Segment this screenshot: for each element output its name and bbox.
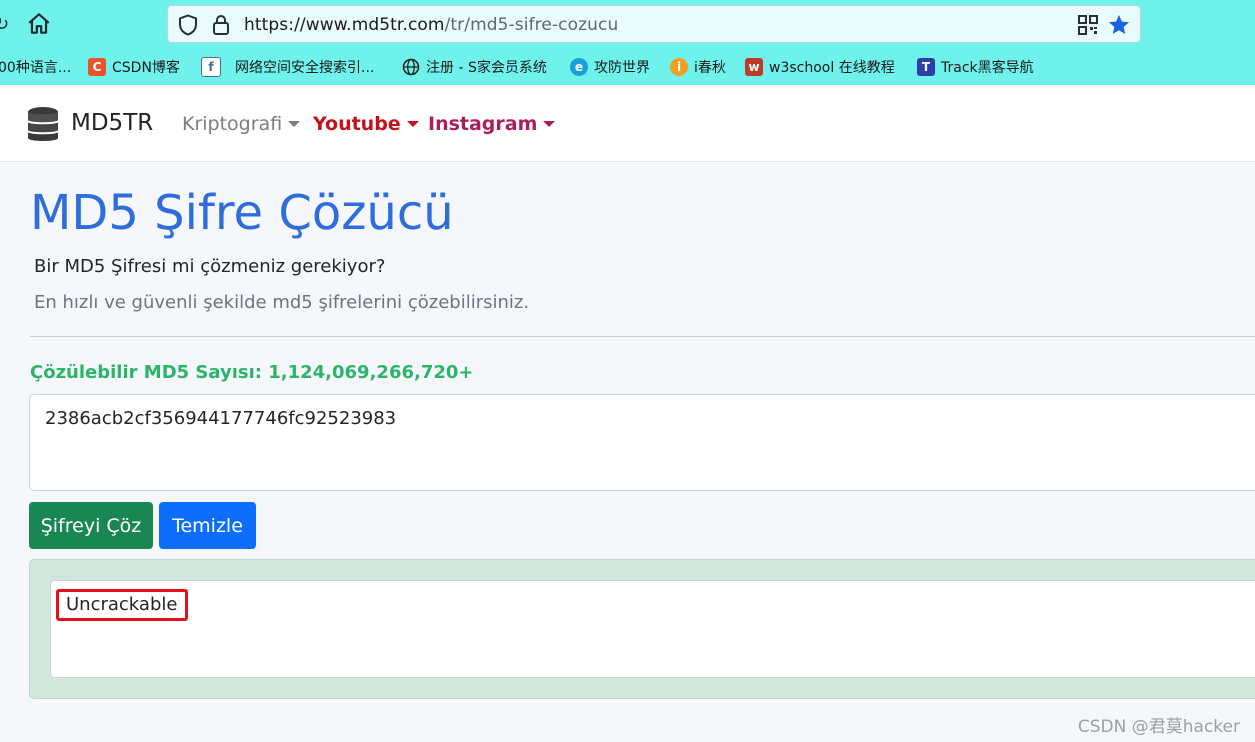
decrypt-button[interactable]: Şifreyi Çöz bbox=[29, 502, 153, 549]
home-icon[interactable] bbox=[26, 11, 52, 37]
shield-icon[interactable] bbox=[178, 14, 198, 36]
bookmark-item-search-engine[interactable]: f 网络空间安全搜索引... bbox=[201, 56, 374, 78]
bookmark-star-icon[interactable] bbox=[1107, 13, 1131, 37]
track-icon: T bbox=[917, 58, 935, 76]
search-engine-icon: f bbox=[201, 57, 221, 77]
bookmarks-bar: 00种语言... C CSDN博客 f 网络空间安全搜索引... 注册 - S家… bbox=[0, 50, 1255, 85]
bookmark-item[interactable]: 00种语言... bbox=[0, 56, 71, 78]
address-bar[interactable]: https://www.md5tr.com/tr/md5-sifre-cozuc… bbox=[167, 5, 1141, 43]
brand-name[interactable]: MD5TR bbox=[71, 110, 153, 136]
crackable-count: Çözülebilir MD5 Sayısı: 1,124,069,266,72… bbox=[30, 362, 474, 383]
bookmark-item-register[interactable]: 注册 - S家会员系统 bbox=[402, 56, 547, 78]
bookmark-item-w3school[interactable]: w w3school 在线教程 bbox=[745, 56, 895, 78]
clear-button[interactable]: Temizle bbox=[159, 502, 256, 549]
caret-down-icon bbox=[543, 121, 556, 127]
nav-label: Youtube bbox=[313, 113, 401, 135]
divider bbox=[30, 336, 1255, 337]
lock-icon[interactable] bbox=[212, 14, 230, 36]
lead-text: Bir MD5 Şifresi mi çözmeniz gerekiyor? bbox=[34, 256, 386, 277]
nav-dropdown-instagram[interactable]: Instagram bbox=[428, 113, 556, 135]
bookmark-label: CSDN博客 bbox=[112, 60, 180, 76]
bookmark-item-csdn[interactable]: C CSDN博客 bbox=[88, 56, 180, 78]
bookmark-label: Track黑客导航 bbox=[941, 60, 1034, 76]
site-navbar: MD5TR Kriptografi Youtube Instagram bbox=[0, 85, 1255, 162]
nav-label: Kriptografi bbox=[182, 113, 283, 135]
bookmark-item-track[interactable]: T Track黑客导航 bbox=[917, 56, 1034, 78]
url-text[interactable]: https://www.md5tr.com/tr/md5-sifre-cozuc… bbox=[244, 15, 618, 35]
url-path: /tr/md5-sifre-cozucu bbox=[444, 15, 619, 35]
csdn-icon: C bbox=[88, 58, 106, 76]
xctf-icon: e bbox=[570, 58, 588, 76]
browser-toolbar: ↻ https://www.md5tr.com/tr/md5-sifre-coz… bbox=[0, 0, 1255, 50]
bookmark-label: i春秋 bbox=[694, 60, 726, 76]
bookmark-item-xctf[interactable]: e 攻防世界 bbox=[570, 56, 650, 78]
page-title: MD5 Şifre Çözücü bbox=[30, 185, 454, 241]
caret-down-icon bbox=[406, 121, 419, 127]
ichunqiu-icon: i bbox=[670, 58, 688, 76]
hash-input[interactable]: 2386acb2cf356944177746fc92523983 bbox=[29, 394, 1255, 491]
bookmark-label: w3school 在线教程 bbox=[769, 60, 895, 76]
qr-code-icon[interactable] bbox=[1078, 15, 1098, 35]
bookmark-label: 注册 - S家会员系统 bbox=[426, 60, 547, 76]
reload-icon[interactable]: ↻ bbox=[0, 14, 9, 35]
subtitle-text: En hızlı ve güvenli şekilde md5 şifreler… bbox=[34, 292, 530, 313]
database-icon[interactable] bbox=[26, 106, 60, 144]
annotation-highlight-box bbox=[56, 589, 188, 621]
bookmark-label: 攻防世界 bbox=[594, 60, 650, 76]
nav-dropdown-kriptografi[interactable]: Kriptografi bbox=[182, 113, 301, 135]
result-output[interactable] bbox=[50, 580, 1255, 678]
watermark: CSDN @君莫hacker bbox=[1077, 717, 1240, 737]
caret-down-icon bbox=[288, 121, 301, 127]
globe-icon bbox=[402, 58, 420, 76]
nav-dropdown-youtube[interactable]: Youtube bbox=[313, 113, 419, 135]
bookmark-label: 网络空间安全搜索引... bbox=[235, 60, 375, 76]
bookmark-label: 00种语言... bbox=[0, 60, 72, 76]
w3school-icon: w bbox=[745, 58, 763, 76]
url-host: https://www.md5tr.com bbox=[244, 15, 445, 35]
nav-label: Instagram bbox=[428, 113, 538, 135]
bookmark-item-ichunqiu[interactable]: i i春秋 bbox=[670, 56, 726, 78]
